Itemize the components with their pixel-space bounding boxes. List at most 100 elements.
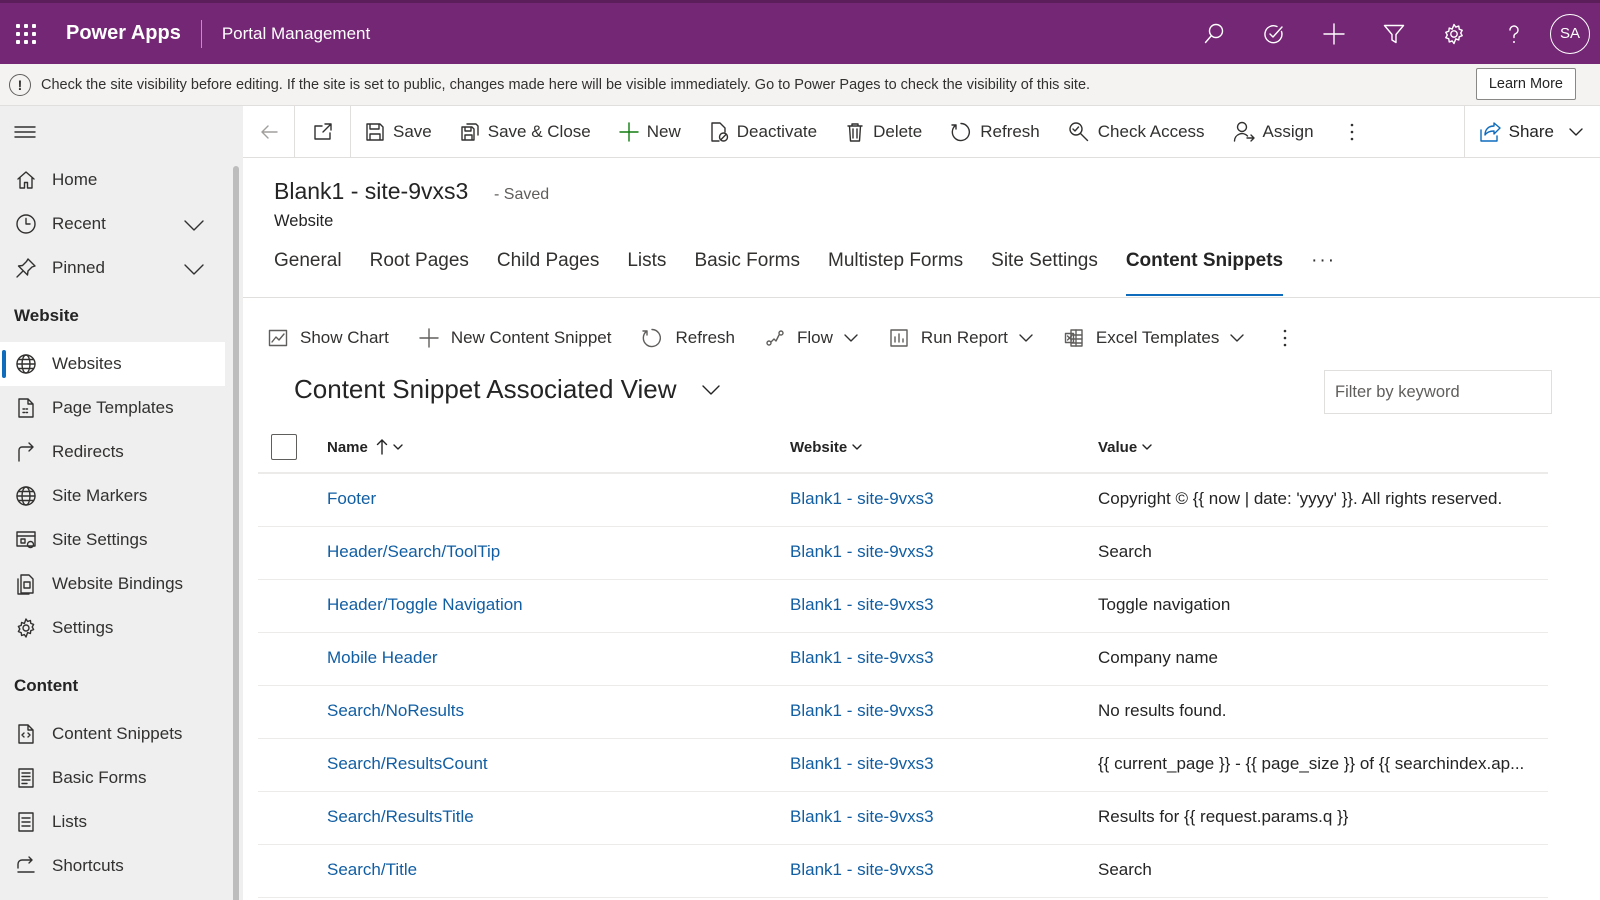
table-row[interactable]: Footer Blank1 - site-9vxs3 Copyright © {… [258, 474, 1548, 527]
sidebar-item-recent[interactable]: Recent [0, 202, 243, 246]
sidebar-item-content-snippets[interactable]: Content Snippets [0, 712, 243, 756]
shortcut-icon [14, 854, 38, 878]
sidebar-item-home[interactable]: Home [0, 158, 243, 202]
website-link[interactable]: Blank1 - site-9vxs3 [790, 754, 934, 774]
website-link[interactable]: Blank1 - site-9vxs3 [790, 489, 934, 509]
tab-basic-forms[interactable]: Basic Forms [694, 250, 800, 294]
save-button[interactable]: Save [351, 106, 446, 158]
website-link[interactable]: Blank1 - site-9vxs3 [790, 860, 934, 880]
table-row[interactable]: Header/Search/ToolTip Blank1 - site-9vxs… [258, 527, 1548, 580]
name-link[interactable]: Search/ResultsCount [327, 754, 488, 774]
back-button[interactable] [243, 105, 295, 158]
new-content-snippet-button[interactable]: New Content Snippet [419, 328, 611, 348]
select-all-checkbox[interactable] [271, 434, 297, 460]
assistant-button[interactable] [1244, 3, 1304, 64]
tab-content-snippets[interactable]: Content Snippets [1125, 250, 1284, 296]
sidebar-item-pinned[interactable]: Pinned [0, 246, 243, 290]
tab-child-pages[interactable]: Child Pages [497, 250, 599, 294]
name-link[interactable]: Search/ResultsTitle [327, 807, 474, 827]
filter-icon [1383, 24, 1405, 43]
website-link[interactable]: Blank1 - site-9vxs3 [790, 542, 934, 562]
sidebar-item-label: Page Templates [52, 398, 174, 417]
entity-name: Website [274, 212, 334, 230]
sidebar-item-websites[interactable]: Websites [0, 342, 225, 386]
user-avatar[interactable]: SA [1550, 13, 1590, 54]
hamburger-button[interactable] [0, 106, 243, 158]
tab-site-settings[interactable]: Site Settings [991, 250, 1098, 294]
check-access-icon [1068, 121, 1090, 143]
view-selector[interactable]: Content Snippet Associated View [294, 374, 721, 405]
flow-button[interactable]: Flow [765, 328, 859, 348]
delete-button[interactable]: Delete [831, 106, 936, 158]
sidebar-item-page-templates[interactable]: Page Templates [0, 386, 243, 430]
sidebar-item-settings[interactable]: Settings [0, 606, 243, 650]
sidebar-item-site-markers[interactable]: Site Markers [0, 474, 243, 518]
website-link[interactable]: Blank1 - site-9vxs3 [790, 807, 934, 827]
share-button[interactable]: Share [1463, 106, 1600, 158]
divider [243, 297, 1600, 298]
search-button[interactable] [1184, 3, 1244, 64]
website-link[interactable]: Blank1 - site-9vxs3 [790, 595, 934, 615]
sidebar-item-shortcuts[interactable]: Shortcuts [0, 844, 243, 888]
chevron-down-icon[interactable] [183, 214, 205, 236]
name-link[interactable]: Header/Toggle Navigation [327, 595, 523, 615]
tab-general[interactable]: General [274, 250, 342, 294]
table-row[interactable]: Search/Title Blank1 - site-9vxs3 Search [258, 845, 1548, 898]
chevron-down-icon[interactable] [183, 258, 205, 280]
check-access-button[interactable]: Check Access [1054, 106, 1219, 158]
help-button[interactable] [1484, 3, 1544, 64]
tab-root-pages[interactable]: Root Pages [370, 250, 469, 294]
table-row[interactable]: Search/ResultsTitle Blank1 - site-9vxs3 … [258, 792, 1548, 845]
sidebar-item-site-settings[interactable]: Site Settings [0, 518, 243, 562]
chevron-down-icon [1568, 124, 1584, 140]
table-row[interactable]: Mobile Header Blank1 - site-9vxs3 Compan… [258, 633, 1548, 686]
filter-by-keyword-input[interactable] [1324, 370, 1552, 414]
subgrid-refresh-button[interactable]: Refresh [641, 327, 735, 349]
app-launcher-button[interactable] [0, 3, 52, 64]
help-icon [1509, 24, 1519, 43]
settings-button[interactable] [1424, 3, 1484, 64]
table-row[interactable]: Search/NoResults Blank1 - site-9vxs3 No … [258, 686, 1548, 739]
sidebar-item-lists[interactable]: Lists [0, 800, 243, 844]
table-row[interactable]: Header/Toggle Navigation Blank1 - site-9… [258, 580, 1548, 633]
assign-button[interactable]: Assign [1219, 106, 1328, 158]
new-button[interactable] [1304, 3, 1364, 64]
excel-templates-button[interactable]: Excel Templates [1064, 328, 1245, 348]
advanced-find-button[interactable] [1364, 3, 1424, 64]
open-in-new-window-button[interactable] [295, 105, 351, 158]
column-header-name[interactable]: Name [327, 439, 404, 456]
app-name[interactable]: Power Apps [66, 22, 181, 45]
sidebar-scrollbar[interactable] [233, 166, 239, 900]
run-report-button[interactable]: Run Report [889, 328, 1034, 348]
name-link[interactable]: Footer [327, 489, 376, 509]
name-link[interactable]: Search/Title [327, 860, 417, 880]
redirect-icon [14, 440, 38, 464]
column-header-value[interactable]: Value [1098, 439, 1153, 456]
more-commands-button[interactable] [1328, 106, 1376, 158]
website-link[interactable]: Blank1 - site-9vxs3 [790, 648, 934, 668]
environment-name[interactable]: Portal Management [222, 24, 370, 44]
tab-lists[interactable]: Lists [627, 250, 666, 294]
table-row[interactable]: Search/ResultsCount Blank1 - site-9vxs3 … [258, 739, 1548, 792]
delete-label: Delete [873, 121, 923, 141]
sidebar-item-website-bindings[interactable]: Website Bindings [0, 562, 243, 606]
save-close-button[interactable]: Save & Close [446, 106, 605, 158]
learn-more-button[interactable]: Learn More [1475, 68, 1576, 100]
more-tabs-button[interactable]: ··· [1311, 250, 1336, 294]
subgrid-more-button[interactable] [1275, 328, 1295, 348]
sidebar-item-redirects[interactable]: Redirects [0, 430, 243, 474]
refresh-button[interactable]: Refresh [936, 106, 1054, 158]
name-link[interactable]: Search/NoResults [327, 701, 464, 721]
column-header-website[interactable]: Website [790, 439, 863, 456]
name-link[interactable]: Mobile Header [327, 648, 438, 668]
nav-group-website: Website [14, 306, 79, 325]
sidebar-item-basic-forms[interactable]: Basic Forms [0, 756, 243, 800]
grid-header: Name Website Value [258, 422, 1548, 474]
website-link[interactable]: Blank1 - site-9vxs3 [790, 701, 934, 721]
name-link[interactable]: Header/Search/ToolTip [327, 542, 500, 562]
deactivate-button[interactable]: Deactivate [695, 106, 831, 158]
show-chart-button[interactable]: Show Chart [268, 328, 389, 348]
plus-icon [419, 328, 439, 348]
tab-multistep-forms[interactable]: Multistep Forms [828, 250, 963, 294]
new-button[interactable]: New [605, 106, 695, 158]
